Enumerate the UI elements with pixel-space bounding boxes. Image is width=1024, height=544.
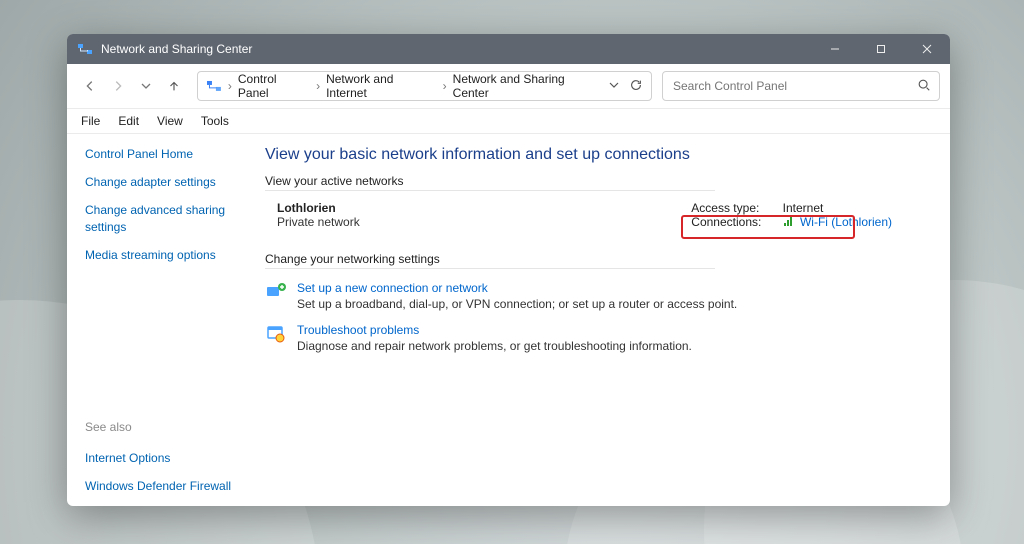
window-maximize-button[interactable] [858,34,904,64]
explorer-nav: › Control Panel › Network and Internet ›… [67,64,950,109]
search-box[interactable] [662,71,940,101]
chevron-right-icon: › [316,79,320,93]
sidebar-internet-options[interactable]: Internet Options [85,450,247,466]
content-area: View your basic network information and … [255,134,950,506]
menubar: File Edit View Tools [67,109,950,134]
option-setup-new-connection-desc: Set up a broadband, dial-up, or VPN conn… [297,297,737,311]
option-setup-new-connection-link[interactable]: Set up a new connection or network [297,281,737,295]
active-networks-heading: View your active networks [265,174,932,188]
nav-recent-locations-button[interactable] [133,73,159,99]
troubleshoot-icon [265,323,287,345]
search-icon [917,78,931,95]
divider [265,190,715,191]
breadcrumb-network-and-internet[interactable]: Network and Internet [326,72,437,100]
wifi-signal-icon [783,215,795,230]
window-titlebar[interactable]: Network and Sharing Center [67,34,950,64]
chevron-right-icon: › [443,79,447,93]
nav-back-button[interactable] [77,73,103,99]
sidebar-change-advanced-sharing-settings[interactable]: Change advanced sharing settings [85,202,247,234]
breadcrumb-network-sharing-center[interactable]: Network and Sharing Center [453,72,603,100]
control-panel-icon [206,78,222,94]
menu-file[interactable]: File [73,112,108,130]
network-sharing-center-icon [77,41,93,57]
refresh-button[interactable] [629,78,643,95]
window-minimize-button[interactable] [812,34,858,64]
page-heading: View your basic network information and … [265,146,932,164]
desktop: Network and Sharing Center [0,0,1024,544]
address-bar[interactable]: › Control Panel › Network and Internet ›… [197,71,652,101]
option-troubleshoot-problems[interactable]: Troubleshoot problems Diagnose and repai… [265,323,932,353]
connections-label: Connections: [691,215,779,229]
connections-row: Connections: Wi-Fi (Lothlorien) [691,215,892,230]
option-setup-new-connection[interactable]: Set up a new connection or network Set u… [265,281,932,311]
divider [265,268,715,269]
nav-forward-button[interactable] [105,73,131,99]
new-connection-icon [265,281,287,303]
access-type-row: Access type: Internet [691,201,892,215]
network-type: Private network [277,215,360,229]
nav-up-button[interactable] [161,73,187,99]
active-network-row: Lothlorien Private network Access type: … [265,201,932,230]
window-network-sharing-center: Network and Sharing Center [67,34,950,506]
menu-tools[interactable]: Tools [193,112,237,130]
menu-edit[interactable]: Edit [110,112,147,130]
search-input[interactable] [671,78,917,94]
sidebar-windows-defender-firewall[interactable]: Windows Defender Firewall [85,478,247,494]
see-also-heading: See also [85,420,247,434]
chevron-right-icon: › [228,79,232,93]
sidebar-change-adapter-settings[interactable]: Change adapter settings [85,174,247,190]
change-networking-settings-heading: Change your networking settings [265,252,932,266]
sidebar: Control Panel Home Change adapter settin… [67,134,255,506]
sidebar-media-streaming-options[interactable]: Media streaming options [85,247,247,263]
option-troubleshoot-problems-desc: Diagnose and repair network problems, or… [297,339,692,353]
access-type-label: Access type: [691,201,779,215]
breadcrumb-control-panel[interactable]: Control Panel [238,72,310,100]
access-type-value: Internet [783,201,824,215]
menu-view[interactable]: View [149,112,191,130]
connection-wifi-link[interactable]: Wi-Fi (Lothlorien) [800,215,892,229]
address-dropdown-button[interactable] [609,79,619,93]
window-title: Network and Sharing Center [101,42,812,56]
window-close-button[interactable] [904,34,950,64]
option-troubleshoot-problems-link[interactable]: Troubleshoot problems [297,323,692,337]
network-name: Lothlorien [277,201,360,215]
window-body: Control Panel Home Change adapter settin… [67,134,950,506]
sidebar-control-panel-home[interactable]: Control Panel Home [85,146,247,162]
